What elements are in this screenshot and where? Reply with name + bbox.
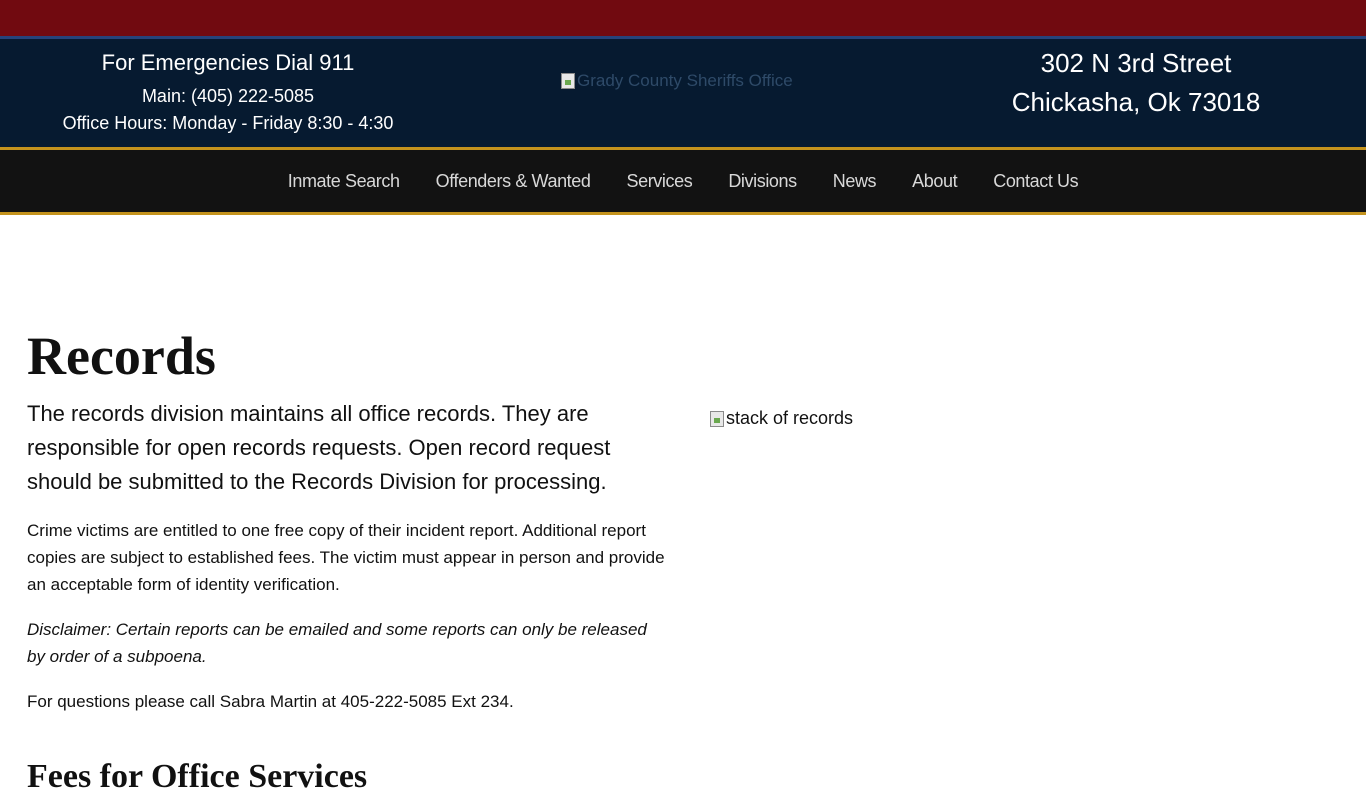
nav-item-divisions[interactable]: Divisions [728, 171, 797, 192]
main-nav: Inmate Search Offenders & Wanted Service… [0, 150, 1366, 215]
broken-image-icon [710, 410, 724, 427]
nav-item-inmate-search[interactable]: Inmate Search [288, 171, 400, 192]
emergency-text: For Emergencies Dial 911 [101, 50, 355, 75]
page-title: Records [27, 326, 216, 386]
nav-item-news[interactable]: News [833, 171, 877, 192]
nav-item-services[interactable]: Services [627, 171, 693, 192]
broken-image-icon [561, 73, 575, 89]
address-line-1: 302 N 3rd Street [1040, 48, 1232, 78]
header-contact-info: For Emergencies Dial 911 Main: (405) 222… [28, 39, 428, 134]
office-hours: Office Hours: Monday - Friday 8:30 - 4:3… [62, 113, 394, 133]
disclaimer-paragraph: Disclaimer: Certain reports can be email… [27, 620, 647, 666]
address-line-2: Chickasha, Ok 73018 [1011, 87, 1261, 117]
header-address: 302 N 3rd Street Chickasha, Ok 73018 [906, 39, 1366, 122]
site-logo[interactable]: Grady County Sheriffs Office [561, 71, 793, 91]
questions-paragraph: For questions please call Sabra Martin a… [27, 692, 514, 711]
logo-alt-text: Grady County Sheriffs Office [577, 71, 793, 90]
nav-item-offenders-wanted[interactable]: Offenders & Wanted [436, 171, 591, 192]
fees-heading: Fees for Office Services [27, 758, 368, 795]
records-article: Records The records division maintains a… [27, 321, 667, 797]
lead-paragraph: The records division maintains all offic… [27, 401, 611, 494]
nav-item-contact-us[interactable]: Contact Us [993, 171, 1078, 192]
nav-item-about[interactable]: About [912, 171, 957, 192]
main-phone[interactable]: Main: (405) 222-5085 [28, 85, 428, 107]
site-header: For Emergencies Dial 911 Main: (405) 222… [0, 39, 1366, 150]
records-image-alt: stack of records [726, 408, 854, 428]
records-image: stack of records [710, 408, 853, 429]
victims-paragraph: Crime victims are entitled to one free c… [27, 521, 665, 594]
top-bar [0, 0, 1366, 39]
